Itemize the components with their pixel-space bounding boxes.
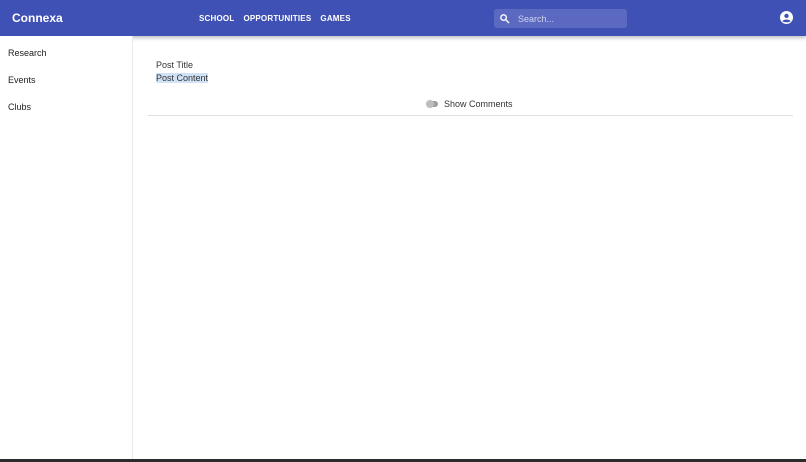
top-nav: SCHOOL OPPORTUNITIES GAMES (199, 0, 351, 36)
main-content: Post Title Post Content Show Comments (133, 36, 806, 462)
nav-games[interactable]: GAMES (320, 14, 350, 23)
brand-title[interactable]: Connexa (12, 0, 63, 36)
post-title: Post Title (156, 60, 194, 70)
search-input[interactable] (514, 13, 614, 24)
search-icon (494, 9, 514, 28)
show-comments-label: Show Comments (444, 99, 513, 109)
app-bar: Connexa SCHOOL OPPORTUNITIES GAMES (0, 0, 806, 36)
sidebar-item-clubs[interactable]: Clubs (8, 102, 31, 112)
account-circle-icon[interactable] (780, 11, 793, 24)
nav-opportunities[interactable]: OPPORTUNITIES (243, 14, 311, 23)
post-content: Post Content (156, 73, 209, 83)
show-comments-toggle[interactable] (426, 100, 439, 108)
toggle-thumb (426, 100, 434, 108)
sidebar-item-events[interactable]: Events (8, 75, 36, 85)
sidebar-item-research[interactable]: Research (8, 48, 47, 58)
nav-school[interactable]: SCHOOL (199, 14, 234, 23)
sidebar: Research Events Clubs (0, 36, 133, 462)
search-box (494, 9, 627, 28)
post-divider (148, 115, 793, 116)
